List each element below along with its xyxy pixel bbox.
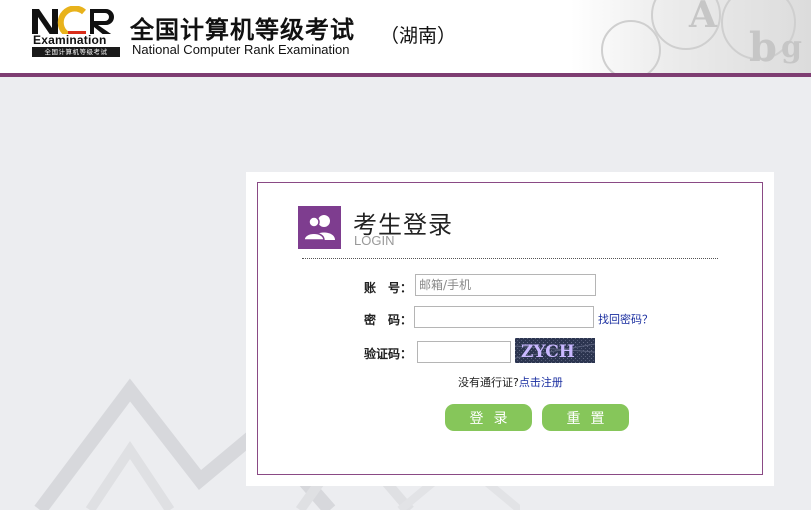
users-icon — [298, 206, 341, 249]
site-title: 全国计算机等级考试 — [130, 16, 355, 44]
account-input[interactable] — [415, 274, 596, 296]
captcha-text: ZYCH — [521, 342, 575, 362]
captcha-label: 验证码： — [364, 347, 413, 361]
login-subtitle: LOGIN — [354, 233, 395, 248]
reset-button[interactable]: 重置 — [542, 404, 629, 431]
site-subtitle: National Computer Rank Examination — [132, 42, 350, 57]
site-region: （湖南） — [380, 25, 457, 47]
register-line: 没有通行证?点击注册 — [458, 374, 563, 390]
logo-subtext: 全国计算机等级考试 — [32, 47, 120, 57]
header-accent-bar — [0, 73, 811, 77]
header-decoration: A b g — [571, 0, 811, 73]
password-input[interactable] — [414, 306, 594, 328]
captcha-input[interactable] — [417, 341, 511, 363]
title-divider — [302, 258, 718, 259]
decor-glyph-a: A — [689, 0, 717, 36]
password-label: 密 码： — [364, 313, 413, 327]
decor-circle — [601, 20, 661, 73]
site-header: A b g Examination 全国计算机等级考试 全国计算机等级考试 Na… — [0, 0, 811, 73]
register-prompt: 没有通行证? — [458, 376, 519, 389]
ncre-logo: Examination 全国计算机等级考试 — [30, 6, 122, 57]
logo-word: Examination — [33, 33, 107, 47]
decor-glyph-b: b — [749, 24, 777, 71]
register-link[interactable]: 点击注册 — [519, 376, 563, 389]
decor-glyph-g: g — [781, 30, 802, 65]
account-label: 账 号： — [364, 281, 413, 295]
login-button[interactable]: 登录 — [445, 404, 532, 431]
login-card: 考生登录 LOGIN 账 号： 密 码： 找回密码？ 验证码： ZYCH — [246, 172, 774, 486]
forgot-password-link[interactable]: 找回密码？ — [598, 311, 653, 327]
login-panel: 考生登录 LOGIN 账 号： 密 码： 找回密码？ 验证码： ZYCH — [257, 182, 763, 475]
captcha-image[interactable]: ZYCH — [515, 338, 595, 363]
